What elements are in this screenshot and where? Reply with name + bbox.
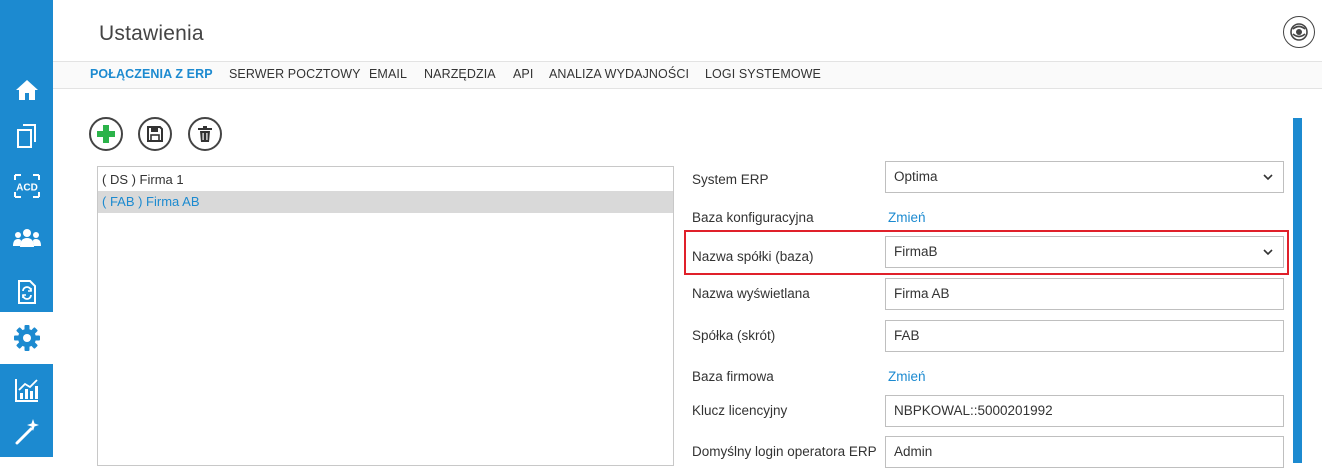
- trash-icon: [198, 126, 212, 142]
- company-base-change-link[interactable]: Zmień: [888, 369, 926, 384]
- delete-button[interactable]: [188, 117, 222, 151]
- sidebar-item-documents[interactable]: [0, 110, 53, 162]
- short-name-input[interactable]: FAB: [885, 320, 1284, 352]
- svg-text:ACD: ACD: [16, 183, 38, 194]
- tab-erp-connections[interactable]: POŁĄCZENIA Z ERP: [90, 67, 213, 81]
- system-erp-value: Optima: [894, 169, 938, 184]
- tab-api[interactable]: API: [513, 67, 533, 81]
- list-item[interactable]: ( DS ) Firma 1: [98, 169, 673, 191]
- acd-icon: ACD: [13, 174, 40, 198]
- home-icon: [15, 80, 38, 100]
- save-button[interactable]: [138, 117, 172, 151]
- system-erp-label: System ERP: [692, 172, 769, 187]
- chart-icon: [14, 379, 38, 402]
- license-key-label: Klucz licencyjny: [692, 403, 788, 418]
- tab-system-logs[interactable]: LOGI SYSTEMOWE: [705, 67, 821, 81]
- sidebar: ACD: [0, 0, 53, 457]
- plus-icon: [97, 125, 115, 143]
- sidebar-item-acd[interactable]: ACD: [0, 160, 53, 212]
- sidebar-item-settings[interactable]: [0, 312, 53, 364]
- document-refresh-icon: [17, 280, 36, 304]
- settings-tabs: POŁĄCZENIA Z ERP SERWER POCZTOWY EMAIL N…: [53, 61, 1322, 89]
- config-db-change-link[interactable]: Zmień: [888, 210, 926, 225]
- user-avatar-icon: [1290, 23, 1308, 41]
- config-db-label: Baza konfiguracyjna: [692, 210, 814, 225]
- user-menu-button[interactable]: [1283, 16, 1315, 48]
- chevron-down-icon: [1263, 174, 1273, 181]
- display-name-label: Nazwa wyświetlana: [692, 286, 810, 301]
- save-icon: [147, 126, 163, 142]
- display-name-value: Firma AB: [894, 286, 950, 301]
- license-key-input[interactable]: NBPKOWAL::5000201992: [885, 395, 1284, 427]
- highlight-box: [684, 230, 1289, 275]
- tab-email[interactable]: EMAIL: [369, 67, 407, 81]
- page-title: Ustawienia: [99, 22, 204, 45]
- short-name-value: FAB: [894, 328, 920, 343]
- magic-wand-icon: [15, 419, 39, 445]
- sidebar-item-document-refresh[interactable]: [0, 266, 53, 318]
- short-name-label: Spółka (skrót): [692, 328, 776, 343]
- default-login-input[interactable]: Admin: [885, 436, 1284, 468]
- scrollbar[interactable]: [1293, 118, 1302, 463]
- display-name-input[interactable]: Firma AB: [885, 278, 1284, 310]
- sidebar-item-wizard[interactable]: [0, 405, 53, 457]
- users-icon: [12, 229, 41, 247]
- tab-mail-server[interactable]: SERWER POCZTOWY: [229, 67, 361, 81]
- tab-performance-analysis[interactable]: ANALIZA WYDAJNOŚCI: [549, 67, 689, 81]
- tab-tools[interactable]: NARZĘDZIA: [424, 67, 496, 81]
- company-list: ( DS ) Firma 1 ( FAB ) Firma AB: [97, 166, 674, 466]
- sidebar-item-users[interactable]: [0, 212, 53, 264]
- add-button[interactable]: [89, 117, 123, 151]
- company-base-label: Baza firmowa: [692, 369, 774, 384]
- license-key-value: NBPKOWAL::5000201992: [894, 403, 1053, 418]
- list-item-selected[interactable]: ( FAB ) Firma AB: [98, 191, 673, 213]
- gear-icon: [13, 325, 40, 351]
- sidebar-item-home[interactable]: [0, 64, 53, 116]
- documents-icon: [16, 124, 36, 148]
- system-erp-select[interactable]: Optima: [885, 161, 1284, 193]
